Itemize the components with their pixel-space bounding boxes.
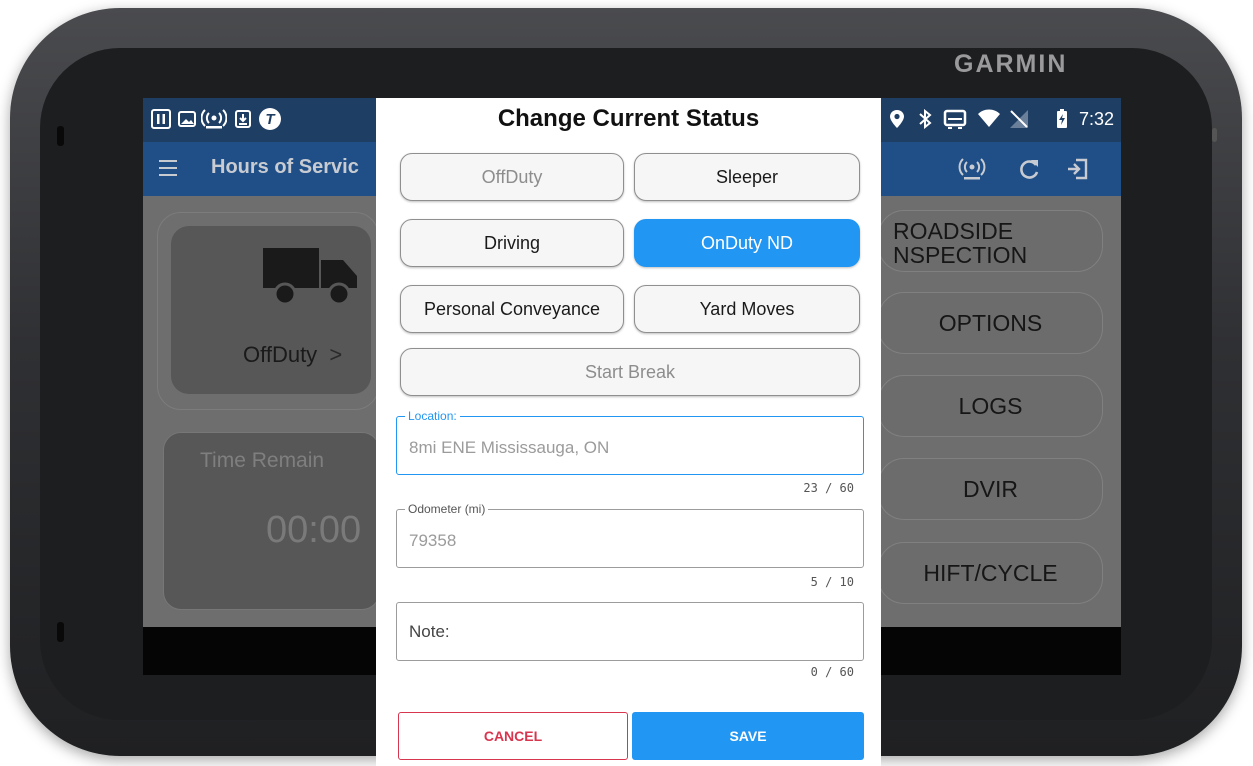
note-placeholder: Note: bbox=[409, 622, 450, 641]
options-label: OPTIONS bbox=[938, 309, 1043, 336]
bezel-indicator-top bbox=[57, 126, 64, 146]
note-field[interactable]: Note: bbox=[396, 602, 864, 661]
location-label: Location: bbox=[405, 409, 460, 423]
sleeper-status-button[interactable]: Sleeper bbox=[634, 153, 860, 201]
yard-moves-status-button[interactable]: Yard Moves bbox=[634, 285, 860, 333]
odometer-counter: 5 / 10 bbox=[810, 575, 854, 589]
dvir-button[interactable]: DVIR bbox=[878, 458, 1103, 520]
broadcast-icon bbox=[201, 109, 227, 129]
current-status-label: OffDuty > bbox=[243, 342, 343, 367]
change-status-dialog: Change Current Status OffDuty Sleeper Dr… bbox=[376, 98, 881, 766]
location-counter: 23 / 60 bbox=[803, 481, 854, 495]
battery-charging-icon bbox=[1055, 109, 1069, 129]
refresh-icon[interactable] bbox=[1017, 156, 1043, 182]
cast-icon bbox=[943, 109, 967, 129]
dvir-label: DVIR bbox=[963, 475, 1018, 502]
save-button[interactable]: SAVE bbox=[632, 712, 864, 760]
roadside-label: ROADSIDE NSPECTION bbox=[893, 218, 1028, 268]
t-circle-icon: T bbox=[258, 108, 282, 130]
note-counter: 0 / 60 bbox=[810, 665, 854, 679]
cancel-button[interactable]: CANCEL bbox=[398, 712, 628, 760]
location-value: 8mi ENE Mississauga, ON bbox=[409, 438, 610, 457]
status-time: 7:32 bbox=[1079, 109, 1115, 129]
shift-cycle-button[interactable]: HIFT/CYCLE bbox=[878, 542, 1103, 604]
location-field[interactable]: Location: 8mi ENE Mississauga, ON bbox=[396, 409, 864, 475]
hamburger-menu-icon[interactable] bbox=[159, 157, 177, 179]
broadcast-icon[interactable] bbox=[957, 156, 987, 182]
dialog-title: Change Current Status bbox=[497, 105, 760, 132]
options-button[interactable]: OPTIONS bbox=[878, 292, 1103, 354]
brand-logo: GARMIN bbox=[954, 50, 1068, 78]
logs-label: LOGS bbox=[958, 392, 1023, 419]
time-remaining-card: Time Remain 00:00 bbox=[163, 432, 380, 610]
onduty-nd-status-button[interactable]: OnDuty ND bbox=[634, 219, 860, 267]
driving-status-button[interactable]: Driving bbox=[400, 219, 624, 267]
location-icon bbox=[887, 109, 907, 129]
logout-icon[interactable] bbox=[1065, 156, 1091, 182]
roadside-inspection-button[interactable]: ROADSIDE NSPECTION bbox=[878, 210, 1103, 272]
start-break-button[interactable]: Start Break bbox=[400, 348, 860, 396]
bezel-indicator-bottom bbox=[57, 622, 64, 642]
truck-icon bbox=[263, 244, 359, 313]
odometer-value: 79358 bbox=[409, 531, 457, 550]
pause-icon bbox=[151, 109, 171, 129]
odometer-label: Odometer (mi) bbox=[405, 502, 489, 516]
shift-cycle-label: HIFT/CYCLE bbox=[923, 559, 1058, 586]
current-status-card[interactable]: OffDuty > bbox=[171, 226, 371, 394]
bluetooth-icon bbox=[915, 109, 935, 129]
app-title: Hours of Servic bbox=[211, 156, 359, 178]
time-remaining-label: Time Remain bbox=[200, 449, 325, 472]
wifi-icon bbox=[977, 109, 1001, 129]
download-icon bbox=[233, 109, 253, 129]
odometer-field[interactable]: Odometer (mi) 79358 bbox=[396, 502, 864, 568]
logs-button[interactable]: LOGS bbox=[878, 375, 1103, 437]
no-signal-icon bbox=[1009, 109, 1029, 129]
personal-conveyance-status-button[interactable]: Personal Conveyance bbox=[400, 285, 624, 333]
offduty-status-button[interactable]: OffDuty bbox=[400, 153, 624, 201]
time-remaining-value: 00:00 bbox=[266, 509, 362, 551]
image-icon bbox=[177, 109, 197, 129]
light-sensor bbox=[1212, 128, 1217, 142]
